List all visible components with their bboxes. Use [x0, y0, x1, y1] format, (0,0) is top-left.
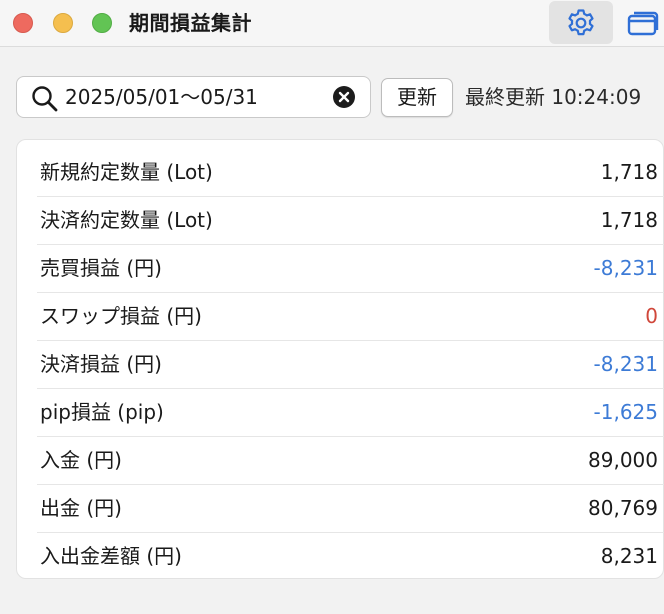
row-value: -8,231 — [593, 352, 658, 376]
summary-row-net-deposit: 入出金差額 (円) 8,231 — [37, 533, 664, 581]
title-bar: 期間損益集計 — [0, 0, 664, 47]
row-label: スワップ損益 (円) — [40, 304, 202, 328]
zoom-window-button[interactable] — [92, 13, 112, 33]
row-value: 89,000 — [588, 448, 658, 472]
clear-icon[interactable] — [333, 86, 355, 108]
summary-row-withdrawal: 出金 (円) 80,769 — [37, 485, 664, 533]
date-range-value[interactable]: 2025/05/01〜05/31 — [65, 84, 258, 110]
row-label: 出金 (円) — [40, 496, 122, 520]
last-updated-text: 最終更新 10:24:09 — [465, 85, 642, 109]
summary-row-pip-pnl: pip損益 (pip) -1,625 — [37, 389, 664, 437]
row-value: -8,231 — [593, 256, 658, 280]
row-value: 8,231 — [600, 544, 658, 568]
summary-row-swap-pnl: スワップ損益 (円) 0 — [37, 293, 664, 341]
row-value: 1,718 — [600, 208, 658, 232]
row-label: 入出金差額 (円) — [40, 544, 182, 568]
row-label: 決済損益 (円) — [40, 352, 162, 376]
search-icon — [30, 84, 60, 118]
date-range-search-field[interactable]: 2025/05/01〜05/31 — [16, 76, 371, 118]
row-label: 新規約定数量 (Lot) — [40, 160, 213, 184]
settings-button[interactable] — [549, 1, 613, 44]
row-label: 入金 (円) — [40, 448, 122, 472]
row-value: -1,625 — [593, 400, 658, 424]
window-title: 期間損益集計 — [129, 11, 252, 35]
minimize-window-button[interactable] — [53, 13, 73, 33]
row-label: pip損益 (pip) — [40, 400, 164, 424]
close-window-button[interactable] — [13, 13, 33, 33]
summary-row-new-volume: 新規約定数量 (Lot) 1,718 — [37, 149, 664, 197]
gear-icon — [568, 9, 594, 36]
windows-icon — [627, 11, 659, 36]
windows-button[interactable] — [622, 7, 664, 39]
summary-row-trading-pnl: 売買損益 (円) -8,231 — [37, 245, 664, 293]
row-value: 0 — [645, 304, 658, 328]
summary-card: 新規約定数量 (Lot) 1,718 決済約定数量 (Lot) 1,718 売買… — [16, 139, 664, 579]
row-label: 決済約定数量 (Lot) — [40, 208, 213, 232]
row-value: 1,718 — [600, 160, 658, 184]
summary-row-settled-volume: 決済約定数量 (Lot) 1,718 — [37, 197, 664, 245]
summary-row-deposit: 入金 (円) 89,000 — [37, 437, 664, 485]
refresh-button[interactable]: 更新 — [381, 78, 453, 117]
summary-row-settlement-pnl: 決済損益 (円) -8,231 — [37, 341, 664, 389]
row-label: 売買損益 (円) — [40, 256, 162, 280]
row-value: 80,769 — [588, 496, 658, 520]
